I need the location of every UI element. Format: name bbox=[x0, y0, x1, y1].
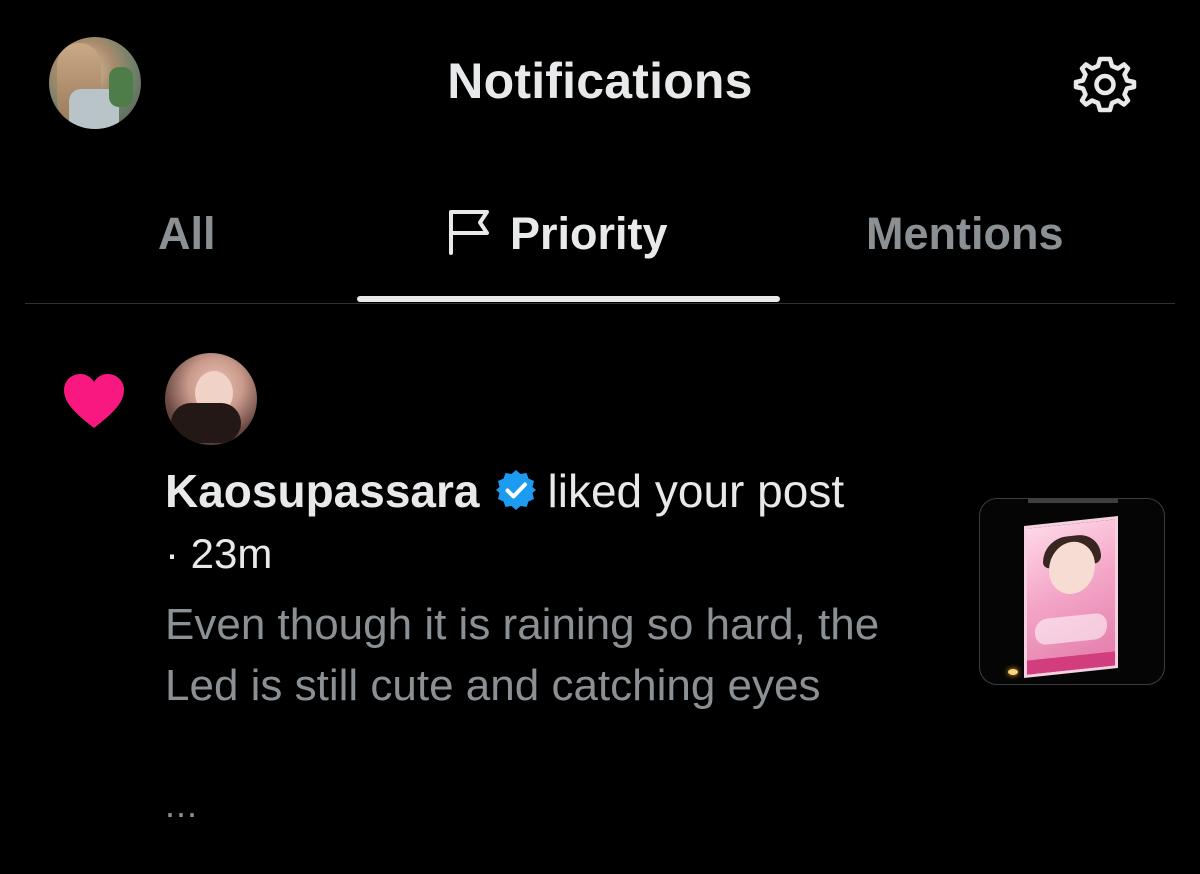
notification-tabs: All Priority Mentions bbox=[0, 190, 1200, 305]
post-thumbnail[interactable] bbox=[979, 498, 1165, 685]
notification-action: liked your post bbox=[547, 465, 845, 517]
billboard-strip bbox=[1027, 651, 1115, 675]
street-light bbox=[1008, 669, 1018, 675]
notification-timestamp: · 23m bbox=[165, 530, 273, 577]
verified-badge-icon bbox=[495, 470, 536, 510]
tab-mentions-label: Mentions bbox=[866, 208, 1064, 259]
tab-priority-label: Priority bbox=[510, 208, 668, 259]
tab-mentions[interactable]: Mentions bbox=[866, 208, 1064, 260]
thumbnail-caption-strip bbox=[1028, 499, 1118, 503]
notification-item[interactable]: Kaosupassara liked your post · 23m Even … bbox=[0, 304, 1200, 874]
top-bar: Notifications bbox=[0, 0, 1200, 170]
billboard-script bbox=[1035, 612, 1107, 646]
notification-headline: Kaosupassara liked your post bbox=[165, 464, 844, 518]
tab-priority[interactable]: Priority bbox=[446, 208, 668, 260]
active-tab-indicator bbox=[357, 296, 780, 302]
post-preview-text: Even though it is raining so hard, the L… bbox=[165, 600, 880, 710]
username-link[interactable]: Kaosupassara bbox=[165, 465, 480, 517]
tab-all[interactable]: All bbox=[158, 208, 216, 260]
billboard-image bbox=[1024, 516, 1118, 678]
tab-all-label: All bbox=[158, 208, 216, 259]
flag-icon bbox=[449, 210, 489, 255]
post-more-ellipsis: ... bbox=[165, 784, 199, 825]
settings-button[interactable] bbox=[1072, 53, 1138, 115]
heart-icon bbox=[64, 374, 124, 428]
gear-icon bbox=[1073, 56, 1137, 113]
avatar-hair bbox=[171, 403, 241, 443]
user-avatar[interactable] bbox=[165, 353, 257, 445]
page-title: Notifications bbox=[447, 53, 753, 109]
